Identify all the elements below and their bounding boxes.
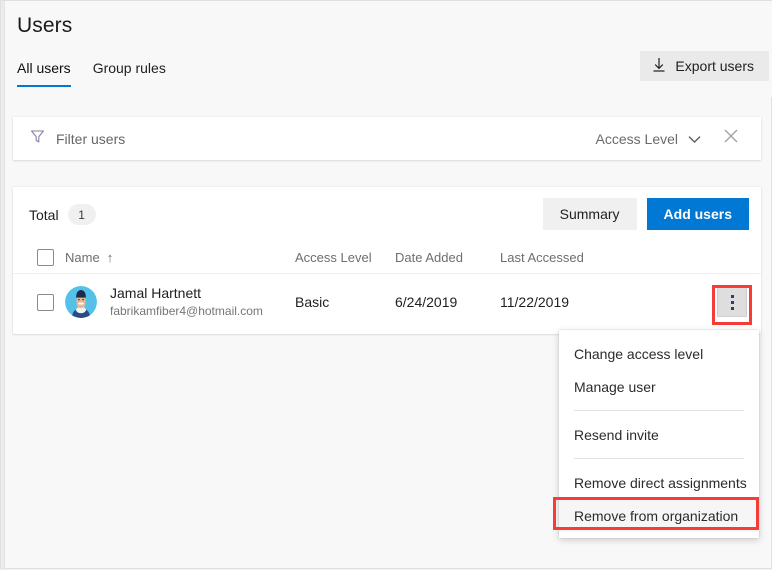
kebab-dot [730, 300, 734, 304]
row-select-cell [13, 293, 65, 311]
access-level-dropdown-label: Access Level [595, 130, 678, 147]
filter-users-label: Filter users [56, 130, 126, 147]
users-page: Users All users Group rules Export users [0, 0, 772, 570]
column-header-name[interactable]: Name ↑ [65, 250, 295, 265]
toolbar-actions: Summary Add users [542, 198, 749, 230]
cell-date-added: 6/24/2019 [395, 294, 458, 310]
column-header-access-level[interactable]: Access Level [295, 250, 395, 265]
user-email: fabrikamfiber4@hotmail.com [110, 304, 263, 319]
row-context-menu: Change access level Manage user Resend i… [559, 330, 759, 538]
page-header: Users All users Group rules Export users [5, 1, 772, 97]
total-count-badge: 1 [67, 204, 96, 225]
chevron-down-icon [688, 131, 701, 147]
row-select-checkbox[interactable] [37, 293, 54, 311]
add-users-button[interactable]: Add users [646, 198, 749, 230]
download-icon [652, 57, 666, 76]
menu-item-remove-direct-assignments[interactable]: Remove direct assignments [559, 466, 759, 499]
users-table-card: Total 1 Summary Add users Name ↑ Access … [13, 187, 761, 334]
column-header-date-added[interactable]: Date Added [395, 250, 500, 265]
user-cell: Jamal Hartnett fabrikamfiber4@hotmail.co… [65, 285, 295, 320]
menu-item-resend-invite[interactable]: Resend invite [559, 418, 759, 451]
kebab-dot [730, 306, 734, 310]
total-group: Total 1 [29, 204, 96, 225]
access-level-dropdown[interactable]: Access Level [588, 126, 709, 152]
table-header-row: Name ↑ Access Level Date Added Last Acce… [13, 241, 761, 273]
kebab-menu-icon[interactable] [717, 287, 747, 317]
filter-bar-actions: Access Level [588, 121, 761, 156]
filter-bar: Filter users Access Level [13, 117, 761, 160]
filter-users-control[interactable]: Filter users [13, 128, 125, 150]
column-header-name-label: Name [65, 249, 100, 265]
kebab-dot [730, 294, 734, 298]
total-label: Total [29, 206, 59, 223]
user-name: Jamal Hartnett [110, 284, 202, 301]
avatar [65, 286, 97, 318]
funnel-icon [29, 128, 46, 150]
close-icon [722, 127, 740, 150]
select-all-cell [13, 248, 65, 266]
tab-bar: All users Group rules [17, 60, 166, 87]
page-title: Users [17, 14, 73, 37]
cell-last-accessed: 11/22/2019 [500, 294, 570, 310]
menu-item-change-access-level[interactable]: Change access level [559, 337, 759, 370]
cell-access-level: Basic [295, 294, 330, 310]
export-users-button[interactable]: Export users [640, 51, 769, 81]
summary-button[interactable]: Summary [542, 198, 637, 230]
select-all-checkbox[interactable] [37, 248, 54, 266]
table-row[interactable]: Jamal Hartnett fabrikamfiber4@hotmail.co… [13, 273, 761, 330]
menu-separator [574, 410, 744, 411]
row-actions-cell [650, 287, 761, 317]
menu-item-remove-from-organization[interactable]: Remove from organization [559, 499, 759, 532]
tab-group-rules-label: Group rules [92, 60, 166, 76]
tab-all-users-label: All users [17, 60, 71, 76]
tab-all-users[interactable]: All users [17, 60, 71, 87]
table-toolbar: Total 1 Summary Add users [13, 187, 761, 241]
users-table: Name ↑ Access Level Date Added Last Acce… [13, 241, 761, 330]
clear-filter-button[interactable] [713, 121, 749, 156]
export-users-label: Export users [675, 58, 754, 74]
user-text: Jamal Hartnett fabrikamfiber4@hotmail.co… [110, 285, 263, 320]
tab-group-rules[interactable]: Group rules [93, 60, 166, 87]
column-header-last-accessed[interactable]: Last Accessed [500, 250, 650, 265]
sort-ascending-icon: ↑ [106, 249, 114, 265]
menu-separator [574, 458, 744, 459]
menu-item-manage-user[interactable]: Manage user [559, 370, 759, 403]
